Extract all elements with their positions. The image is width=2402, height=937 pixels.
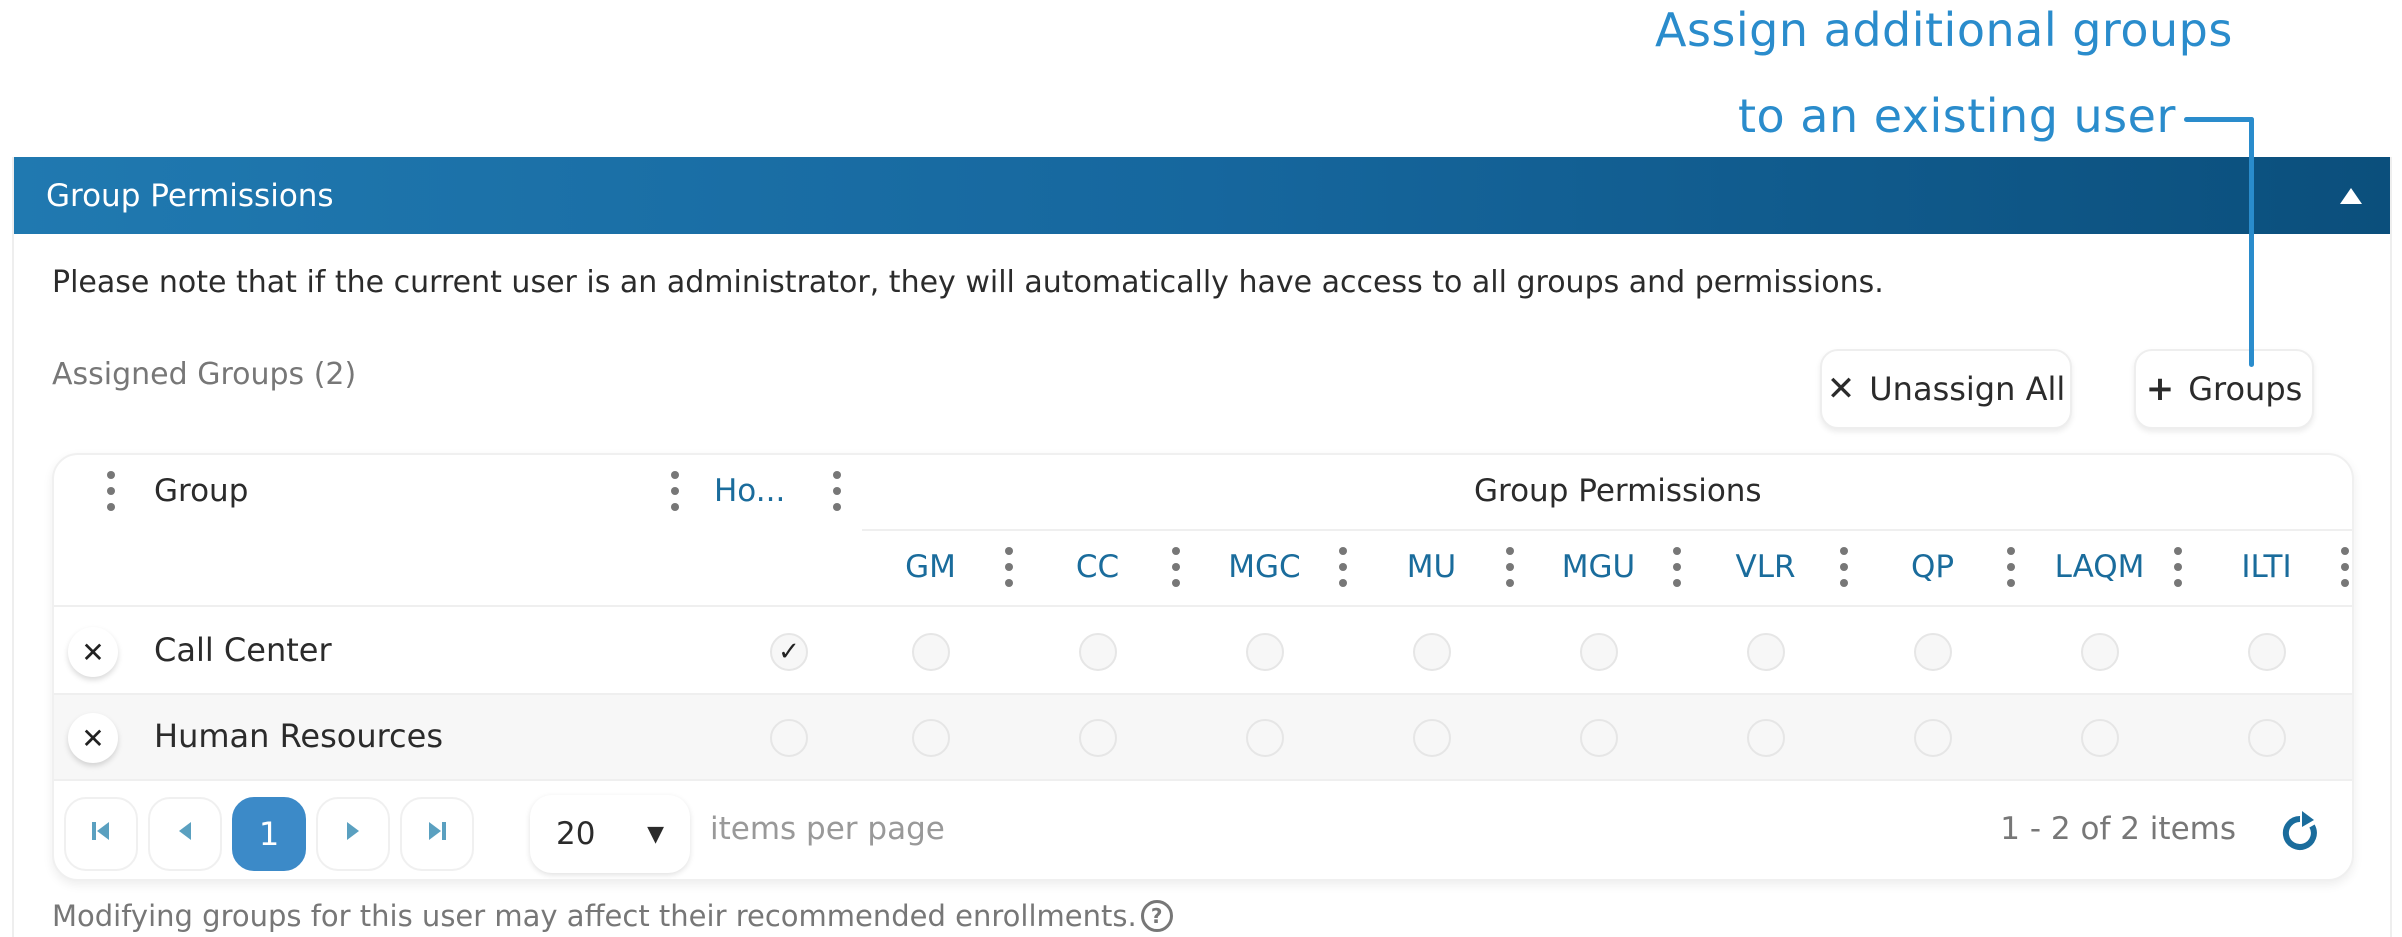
column-header-permission[interactable]: ILTI [2198, 549, 2335, 585]
add-groups-button[interactable]: + Groups [2134, 349, 2314, 429]
permission-checkbox[interactable] [1913, 719, 1952, 757]
permission-checkbox[interactable] [1412, 633, 1451, 671]
column-header-permission[interactable]: CC [1029, 549, 1166, 585]
permission-checkbox[interactable] [1579, 633, 1618, 671]
permission-checkbox[interactable] [1746, 633, 1785, 671]
remove-group-button[interactable]: ✕ [68, 713, 118, 763]
grid-header-row: Group Ho... Group Permissions [54, 455, 2352, 531]
footnote-text: Modifying groups for this user may affec… [52, 899, 1137, 933]
panel-title: Group Permissions [46, 177, 334, 214]
chevron-right-icon [346, 820, 360, 848]
permission-checkbox[interactable] [1913, 633, 1952, 671]
column-menu-icon[interactable] [2006, 547, 2016, 587]
permission-checkbox[interactable] [911, 633, 950, 671]
pager-info: 1 - 2 of 2 items [2000, 811, 2236, 847]
assigned-groups-label: Assigned Groups (2) [52, 357, 357, 392]
triangle-up-icon[interactable] [2340, 187, 2362, 204]
permission-checkbox[interactable] [1078, 719, 1117, 757]
permission-checkbox[interactable] [2080, 719, 2119, 757]
column-menu-icon[interactable] [2173, 547, 2183, 587]
page-size-value: 20 [556, 816, 596, 852]
column-header-home[interactable]: Ho... [714, 473, 785, 509]
callout-annotation: Assign additional groups to an existing … [0, 0, 2402, 160]
page-size-dropdown[interactable]: 20 ▼ [530, 795, 690, 873]
permission-checkbox[interactable] [1245, 719, 1284, 757]
column-menu-icon[interactable] [2340, 547, 2350, 587]
column-header-permission[interactable]: MGC [1196, 549, 1333, 585]
permission-checkbox[interactable] [2247, 633, 2286, 671]
permission-checkbox[interactable] [2247, 719, 2286, 757]
group-name: Call Center [154, 631, 332, 669]
caret-down-icon: ▼ [647, 821, 664, 847]
pager: 1 20 ▼ items per page 1 - 2 of 2 items [54, 781, 2352, 879]
enrollment-footnote: Modifying groups for this user may affec… [52, 899, 1173, 933]
unassign-all-button[interactable]: ✕ Unassign All [1820, 349, 2072, 429]
panel-header[interactable]: Group Permissions [14, 157, 2390, 234]
permission-checkbox[interactable] [1746, 719, 1785, 757]
close-icon: ✕ [1826, 369, 1856, 409]
next-page-button[interactable] [316, 797, 390, 871]
column-header-group-permissions: Group Permissions [1474, 473, 1762, 509]
column-header-permission[interactable]: VLR [1697, 549, 1834, 585]
chevron-left-icon [178, 820, 192, 848]
callout-text-line2: to an existing user [1738, 89, 2176, 143]
permission-checkbox[interactable] [1579, 719, 1618, 757]
home-group-checkbox[interactable] [770, 719, 808, 757]
admin-note: Please note that if the current user is … [52, 265, 1884, 300]
plus-icon: + [2145, 369, 2175, 409]
page-button-current[interactable]: 1 [232, 797, 306, 871]
unassign-all-label: Unassign All [1869, 370, 2066, 408]
prev-page-button[interactable] [148, 797, 222, 871]
permission-checkbox[interactable] [1078, 633, 1117, 671]
first-page-button[interactable] [64, 797, 138, 871]
column-menu-icon[interactable] [670, 471, 680, 511]
column-menu-icon[interactable] [832, 471, 842, 511]
column-header-permission[interactable]: GM [862, 549, 999, 585]
group-name: Human Resources [154, 717, 443, 755]
callout-connector-horizontal [2184, 117, 2254, 122]
last-page-button[interactable] [400, 797, 474, 871]
permission-checkbox[interactable] [1412, 719, 1451, 757]
help-icon[interactable]: ? [1140, 900, 1173, 932]
group-permissions-panel: Group Permissions Please note that if th… [12, 157, 2392, 937]
column-header-group[interactable]: Group [154, 473, 248, 509]
column-menu-icon[interactable] [1338, 547, 1348, 587]
column-menu-icon[interactable] [1672, 547, 1682, 587]
column-menu-icon[interactable] [1505, 547, 1515, 587]
column-menu-icon[interactable] [1171, 547, 1181, 587]
column-menu-icon[interactable] [1839, 547, 1849, 587]
add-groups-label: Groups [2188, 370, 2303, 408]
permission-checkbox[interactable] [911, 719, 950, 757]
remove-group-button[interactable]: ✕ [68, 627, 118, 677]
home-group-checkbox[interactable]: ✓ [770, 633, 808, 671]
callout-text-line1: Assign additional groups [1655, 3, 2233, 57]
column-header-permission[interactable]: LAQM [2031, 549, 2168, 585]
groups-grid: Group Ho... Group Permissions GM CC MGC MU M… [52, 453, 2354, 881]
table-row: ✕ Call Center ✓ [54, 609, 2352, 695]
column-menu-icon[interactable] [106, 471, 116, 511]
first-page-icon [91, 820, 111, 848]
column-header-permission[interactable]: MGU [1530, 549, 1667, 585]
column-header-permission[interactable]: QP [1864, 549, 2001, 585]
callout-connector-vertical [2249, 117, 2254, 367]
refresh-icon[interactable] [2278, 811, 2322, 855]
items-per-page-label: items per page [710, 811, 945, 847]
permission-header-row: GM CC MGC MU MGU VLR QP LAQM ILTI [54, 531, 2352, 607]
permission-checkbox[interactable] [1245, 633, 1284, 671]
column-menu-icon[interactable] [1004, 547, 1014, 587]
column-header-permission[interactable]: MU [1363, 549, 1500, 585]
table-row: ✕ Human Resources [54, 695, 2352, 781]
permission-checkbox[interactable] [2080, 633, 2119, 671]
last-page-icon [427, 820, 447, 848]
